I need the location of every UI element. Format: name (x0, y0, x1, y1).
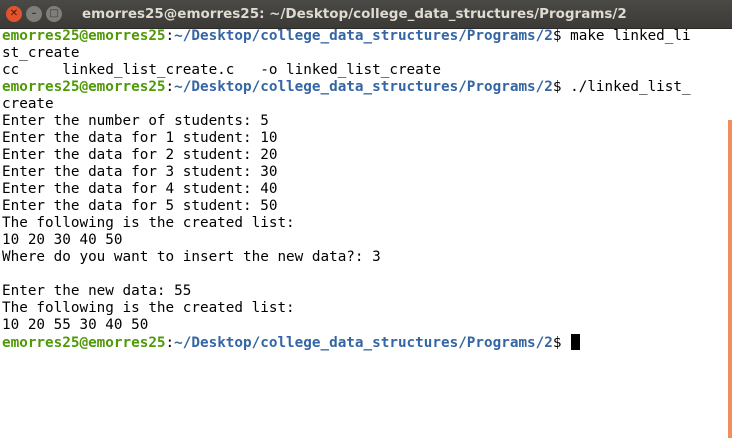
prompt-symbol: $ (552, 28, 571, 44)
command-text: ./linked_list_ (570, 79, 691, 95)
scrollbar[interactable] (728, 120, 732, 438)
maximize-icon[interactable]: □ (46, 6, 62, 22)
terminal-window: ✕ – □ emorres25@emorres25: ~/Desktop/col… (0, 0, 732, 438)
output-line: The following is the created list: (2, 300, 295, 316)
output-line: Enter the new data: 55 (2, 283, 192, 299)
output-line: Where do you want to insert the new data… (2, 249, 381, 265)
minimize-icon[interactable]: – (26, 6, 42, 22)
command-wrap-line: create (2, 96, 54, 112)
prompt-symbol: $ (552, 79, 571, 95)
prompt-user-host: emorres25@emorres25 (2, 28, 166, 44)
output-line: Enter the data for 3 student: 30 (2, 164, 278, 180)
prompt-separator: : (165, 28, 175, 44)
output-line: The following is the created list: (2, 215, 295, 231)
output-line: Enter the data for 1 student: 10 (2, 130, 278, 146)
command-wrap-line: st_create (2, 45, 80, 61)
title-bar[interactable]: ✕ – □ emorres25@emorres25: ~/Desktop/col… (0, 0, 732, 29)
output-line: Enter the data for 4 student: 40 (2, 181, 278, 197)
prompt-line: emorres25@emorres25:~/Desktop/college_da… (2, 28, 724, 45)
terminal-output[interactable]: emorres25@emorres25:~/Desktop/college_da… (0, 28, 724, 438)
prompt-user-host: emorres25@emorres25 (2, 335, 166, 351)
close-icon[interactable]: ✕ (6, 6, 22, 22)
prompt-path: ~/Desktop/college_data_structures/Progra… (174, 28, 553, 44)
output-line: 10 20 55 30 40 50 (2, 317, 149, 333)
prompt-path: ~/Desktop/college_data_structures/Progra… (174, 335, 553, 351)
prompt-line: emorres25@emorres25:~/Desktop/college_da… (2, 79, 724, 96)
command-text: make linked_li (570, 28, 691, 44)
compile-output-line: cc linked_list_create.c -o linked_list_c… (2, 62, 441, 78)
window-controls: ✕ – □ (0, 6, 62, 22)
prompt-separator: : (165, 335, 175, 351)
window-title: emorres25@emorres25: ~/Desktop/college_d… (82, 6, 627, 22)
text-cursor (571, 334, 581, 350)
prompt-symbol: $ (552, 335, 571, 351)
prompt-user-host: emorres25@emorres25 (2, 79, 166, 95)
prompt-line: emorres25@emorres25:~/Desktop/college_da… (2, 334, 724, 351)
output-line: Enter the number of students: 5 (2, 113, 269, 129)
output-line: 10 20 30 40 50 (2, 232, 123, 248)
prompt-path: ~/Desktop/college_data_structures/Progra… (174, 79, 553, 95)
output-line: Enter the data for 2 student: 20 (2, 147, 278, 163)
output-line: Enter the data for 5 student: 50 (2, 198, 278, 214)
prompt-separator: : (165, 79, 175, 95)
